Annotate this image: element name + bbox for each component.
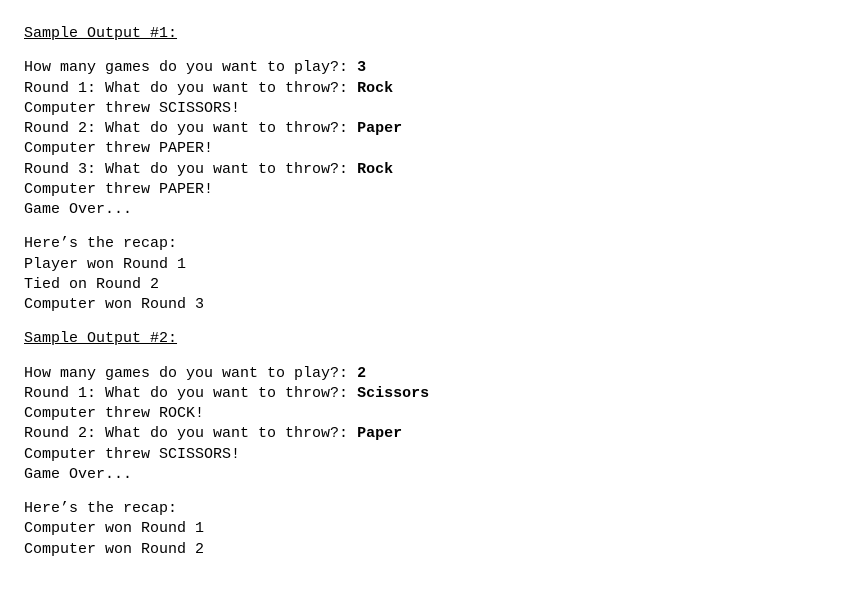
games-prompt-line: How many games do you want to play?: 2: [24, 364, 833, 384]
sample-2-body: How many games do you want to play?: 2 R…: [24, 364, 833, 486]
sample-heading: Sample Output #1:: [24, 24, 833, 44]
round-prompt: Round 1: What do you want to throw?:: [24, 80, 357, 97]
games-input: 3: [357, 59, 366, 76]
games-prompt-line: How many games do you want to play?: 3: [24, 58, 833, 78]
round-result: Computer threw PAPER!: [24, 180, 833, 200]
round-result: Computer threw PAPER!: [24, 139, 833, 159]
round-prompt: Round 2: What do you want to throw?:: [24, 425, 357, 442]
games-prompt: How many games do you want to play?:: [24, 59, 357, 76]
sample-heading: Sample Output #2:: [24, 329, 833, 349]
games-input: 2: [357, 365, 366, 382]
recap-line: Computer won Round 3: [24, 295, 833, 315]
sample-1-recap: Here’s the recap: Player won Round 1 Tie…: [24, 234, 833, 315]
round-result: Computer threw ROCK!: [24, 404, 833, 424]
round-prompt-line: Round 1: What do you want to throw?: Roc…: [24, 79, 833, 99]
round-prompt-line: Round 2: What do you want to throw?: Pap…: [24, 119, 833, 139]
round-prompt-line: Round 3: What do you want to throw?: Roc…: [24, 160, 833, 180]
games-prompt: How many games do you want to play?:: [24, 365, 357, 382]
round-prompt: Round 3: What do you want to throw?:: [24, 161, 357, 178]
round-input: Paper: [357, 425, 402, 442]
round-prompt: Round 2: What do you want to throw?:: [24, 120, 357, 137]
sample-2-recap: Here’s the recap: Computer won Round 1 C…: [24, 499, 833, 560]
recap-line: Tied on Round 2: [24, 275, 833, 295]
round-input: Rock: [357, 80, 393, 97]
round-result: Computer threw SCISSORS!: [24, 99, 833, 119]
recap-heading: Here’s the recap:: [24, 234, 833, 254]
round-input: Rock: [357, 161, 393, 178]
round-result: Computer threw SCISSORS!: [24, 445, 833, 465]
round-prompt: Round 1: What do you want to throw?:: [24, 385, 357, 402]
recap-line: Computer won Round 1: [24, 519, 833, 539]
sample-1-body: How many games do you want to play?: 3 R…: [24, 58, 833, 220]
recap-heading: Here’s the recap:: [24, 499, 833, 519]
game-over: Game Over...: [24, 465, 833, 485]
game-over: Game Over...: [24, 200, 833, 220]
recap-line: Player won Round 1: [24, 255, 833, 275]
round-prompt-line: Round 1: What do you want to throw?: Sci…: [24, 384, 833, 404]
round-input: Scissors: [357, 385, 429, 402]
round-prompt-line: Round 2: What do you want to throw?: Pap…: [24, 424, 833, 444]
round-input: Paper: [357, 120, 402, 137]
recap-line: Computer won Round 2: [24, 540, 833, 560]
